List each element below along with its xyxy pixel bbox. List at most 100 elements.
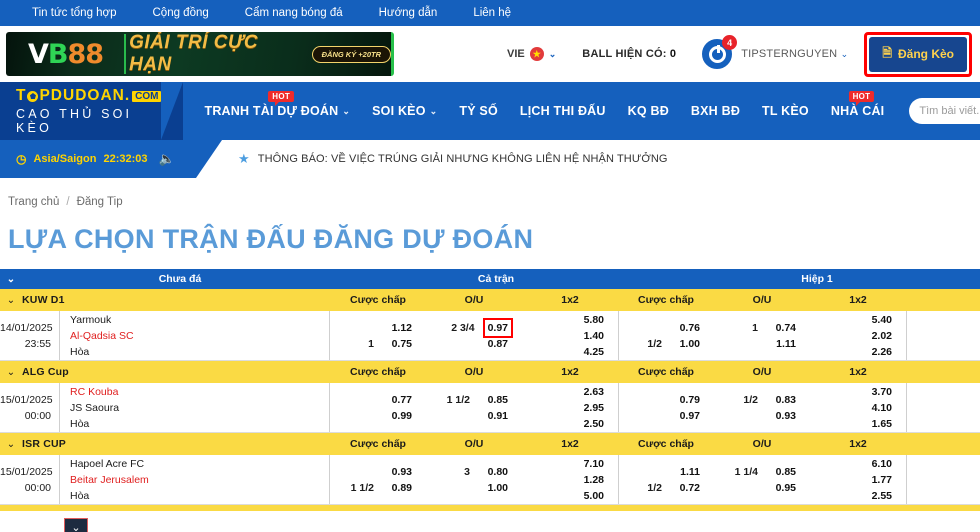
odds-value[interactable]: 0.75 [382,336,412,352]
odds-value[interactable]: 1.00 [478,480,508,496]
home-team[interactable]: RC Kouba [70,384,329,400]
odds-value[interactable]: 0.72 [670,480,700,496]
odds-value[interactable]: 2.02 [862,328,892,344]
odds-value[interactable]: 2.63 [574,384,604,400]
home-team[interactable]: Yarmouk [70,312,329,328]
col-header-1x2-half: 1x2 [849,438,867,450]
topbar-link-3[interactable]: Hướng dẫn [361,7,456,19]
nav-item-ty-so[interactable]: TỶ SỐ [448,104,509,118]
post-tip-button[interactable]: 🗎 Đăng Kèo [869,36,967,72]
username-menu[interactable]: TIPSTERNGUYEN ⌄ [741,48,848,60]
language-selector[interactable]: VIE ★ ⌄ [507,47,556,61]
site-logo[interactable]: T PDUDOAN. COM CAO THỦ SOI KÈO [0,82,185,140]
home-team[interactable]: Hapoel Acre FC [70,456,329,472]
breadcrumb-current[interactable]: Đăng Tip [77,196,123,208]
topbar-link-4[interactable]: Liên hệ [455,7,529,19]
topbar-link-1[interactable]: Cộng đồng [135,7,227,19]
odds-value[interactable]: 3.70 [862,384,892,400]
topbar-link-2[interactable]: Cẩm nang bóng đá [227,7,361,19]
odds-value[interactable]: 2.50 [574,416,604,432]
away-team[interactable]: JS Saoura [70,400,329,416]
table-row[interactable]: 15/01/2025 00:00 Hapoel Acre FC Beitar J… [0,455,980,505]
odds-value[interactable]: 5.00 [574,488,604,504]
nav-item-bxh-bd[interactable]: BXH BĐ [680,104,751,118]
odds-value[interactable]: 2.95 [574,400,604,416]
collapse-chevron-icon[interactable]: ⌄ [0,439,22,450]
table-row[interactable]: 14/01/2025 23:55 Yarmouk Al-Qadsia SC Hò… [0,311,980,361]
nav-item-nha-cai[interactable]: HOT NHÀ CÁI [820,91,895,118]
odds-value[interactable]: 4.25 [574,344,604,360]
odds-value[interactable]: 0.85 [766,464,796,480]
table-row[interactable]: 15/01/2025 00:00 RC Kouba JS Saoura Hòa … [0,383,980,433]
nav-item-kq-bd[interactable]: KQ BĐ [617,104,680,118]
odds-value[interactable]: 6.10 [862,456,892,472]
draw-label[interactable]: Hòa [70,416,329,432]
row-action-cell[interactable] [906,383,980,432]
vb88-ad-banner[interactable]: VB88 GIẢI TRÍ CỰC HẠN ĐĂNG KÝ +20TR [6,32,394,76]
odds-value[interactable]: 1.00 [670,336,700,352]
breadcrumb-home[interactable]: Trang chủ [8,196,59,208]
odds-value[interactable]: 0.99 [382,408,412,424]
row-action-cell[interactable] [906,311,980,360]
league-bar-isr-cup[interactable]: ⌄ ISR CUP Cược chấp O/U 1x2 Cược chấp O/… [0,433,980,455]
draw-label[interactable]: Hòa [70,344,329,360]
odds-value[interactable]: 4.10 [862,400,892,416]
odds-value-selected[interactable]: 0.97 [482,317,513,338]
odds-value[interactable]: 0.74 [766,320,796,336]
odds-value[interactable]: 2.26 [862,344,892,360]
odds-value[interactable]: 0.83 [766,392,796,408]
odds-value[interactable]: 0.76 [670,320,700,336]
col-header-1x2-half: 1x2 [849,366,867,378]
nav-item-lich-thi-dau[interactable]: LỊCH THI ĐẤU [509,104,617,118]
odds-value[interactable]: 0.77 [382,392,412,408]
row-action-cell[interactable] [906,455,980,504]
odds-value[interactable]: 1.28 [574,472,604,488]
league-bar-kuw-d1[interactable]: ⌄ KUW D1 Cược chấp O/U 1x2 Cược chấp O/U… [0,289,980,311]
odds-table: ⌄ Chưa đá Cả trận Hiệp 1 ⌄ KUW D1 Cược c… [0,269,980,511]
speaker-icon[interactable]: 🔈 [159,151,175,167]
hot-badge: HOT [848,91,875,106]
announcement-text[interactable]: THÔNG BÁO: VỀ VIỆC TRÚNG GIẢI NHƯNG KHÔN… [258,153,668,165]
odds-value[interactable]: 0.95 [766,480,796,496]
odds-handicap-half: 0.79 0.97 [618,383,714,432]
odds-value[interactable]: 0.87 [478,336,508,352]
odds-value[interactable]: 0.91 [478,408,508,424]
odds-value[interactable]: 0.97 [670,408,700,424]
draw-label[interactable]: Hòa [70,488,329,504]
odds-value[interactable]: 2.55 [862,488,892,504]
nav-item-tl-keo[interactable]: TL KÈO [751,104,820,118]
odds-value[interactable]: 1.65 [862,416,892,432]
nav-item-tranh-tai-du-doan[interactable]: HOT TRANH TÀI DỰ ĐOÁN ⌄ [193,91,361,118]
scroll-down-chevron-icon[interactable]: ⌄ [64,518,88,532]
league-col-headers: Cược chấp O/U 1x2 Cược chấp O/U 1x2 [330,366,980,378]
league-bar-alg-cup[interactable]: ⌄ ALG Cup Cược chấp O/U 1x2 Cược chấp O/… [0,361,980,383]
odds-value[interactable]: 0.93 [766,408,796,424]
odds-value[interactable]: 0.89 [382,480,412,496]
odds-value[interactable]: 0.85 [478,392,508,408]
announcement-text-wrap: ★ THÔNG BÁO: VỀ VIỆC TRÚNG GIẢI NHƯNG KH… [196,140,980,178]
odds-value[interactable]: 1.40 [574,328,604,344]
collapse-all-chevron-icon[interactable]: ⌄ [0,274,22,285]
collapse-chevron-icon[interactable]: ⌄ [0,367,22,378]
away-team[interactable]: Al-Qadsia SC [70,328,329,344]
odds-value[interactable]: 7.10 [574,456,604,472]
odds-value[interactable]: 0.80 [478,464,508,480]
odds-overunder-half: 1 1/4 0.85 0.95 [714,455,810,504]
nav-item-soi-keo[interactable]: SOI KÈO ⌄ [361,104,448,118]
odds-value[interactable]: 5.80 [574,312,604,328]
odds-value[interactable]: 1.11 [766,336,796,352]
search-input[interactable] [919,105,980,117]
topbar-link-0[interactable]: Tin tức tổng hợp [14,7,135,19]
notification-avatar[interactable]: 4 [702,35,738,69]
odds-value[interactable]: 1.12 [382,320,412,336]
odds-value[interactable]: 0.93 [382,464,412,480]
search-box[interactable]: 🔍 [909,98,980,124]
odds-value[interactable]: 5.40 [862,312,892,328]
odds-value[interactable]: 1.11 [670,464,700,480]
ball-balance: BALL HIỆN CÓ: 0 [582,48,676,60]
collapse-chevron-icon[interactable]: ⌄ [0,295,22,306]
odds-value[interactable]: 0.79 [670,392,700,408]
ou-line-value: 1 1/2 [446,393,470,406]
away-team[interactable]: Beitar Jerusalem [70,472,329,488]
odds-value[interactable]: 1.77 [862,472,892,488]
